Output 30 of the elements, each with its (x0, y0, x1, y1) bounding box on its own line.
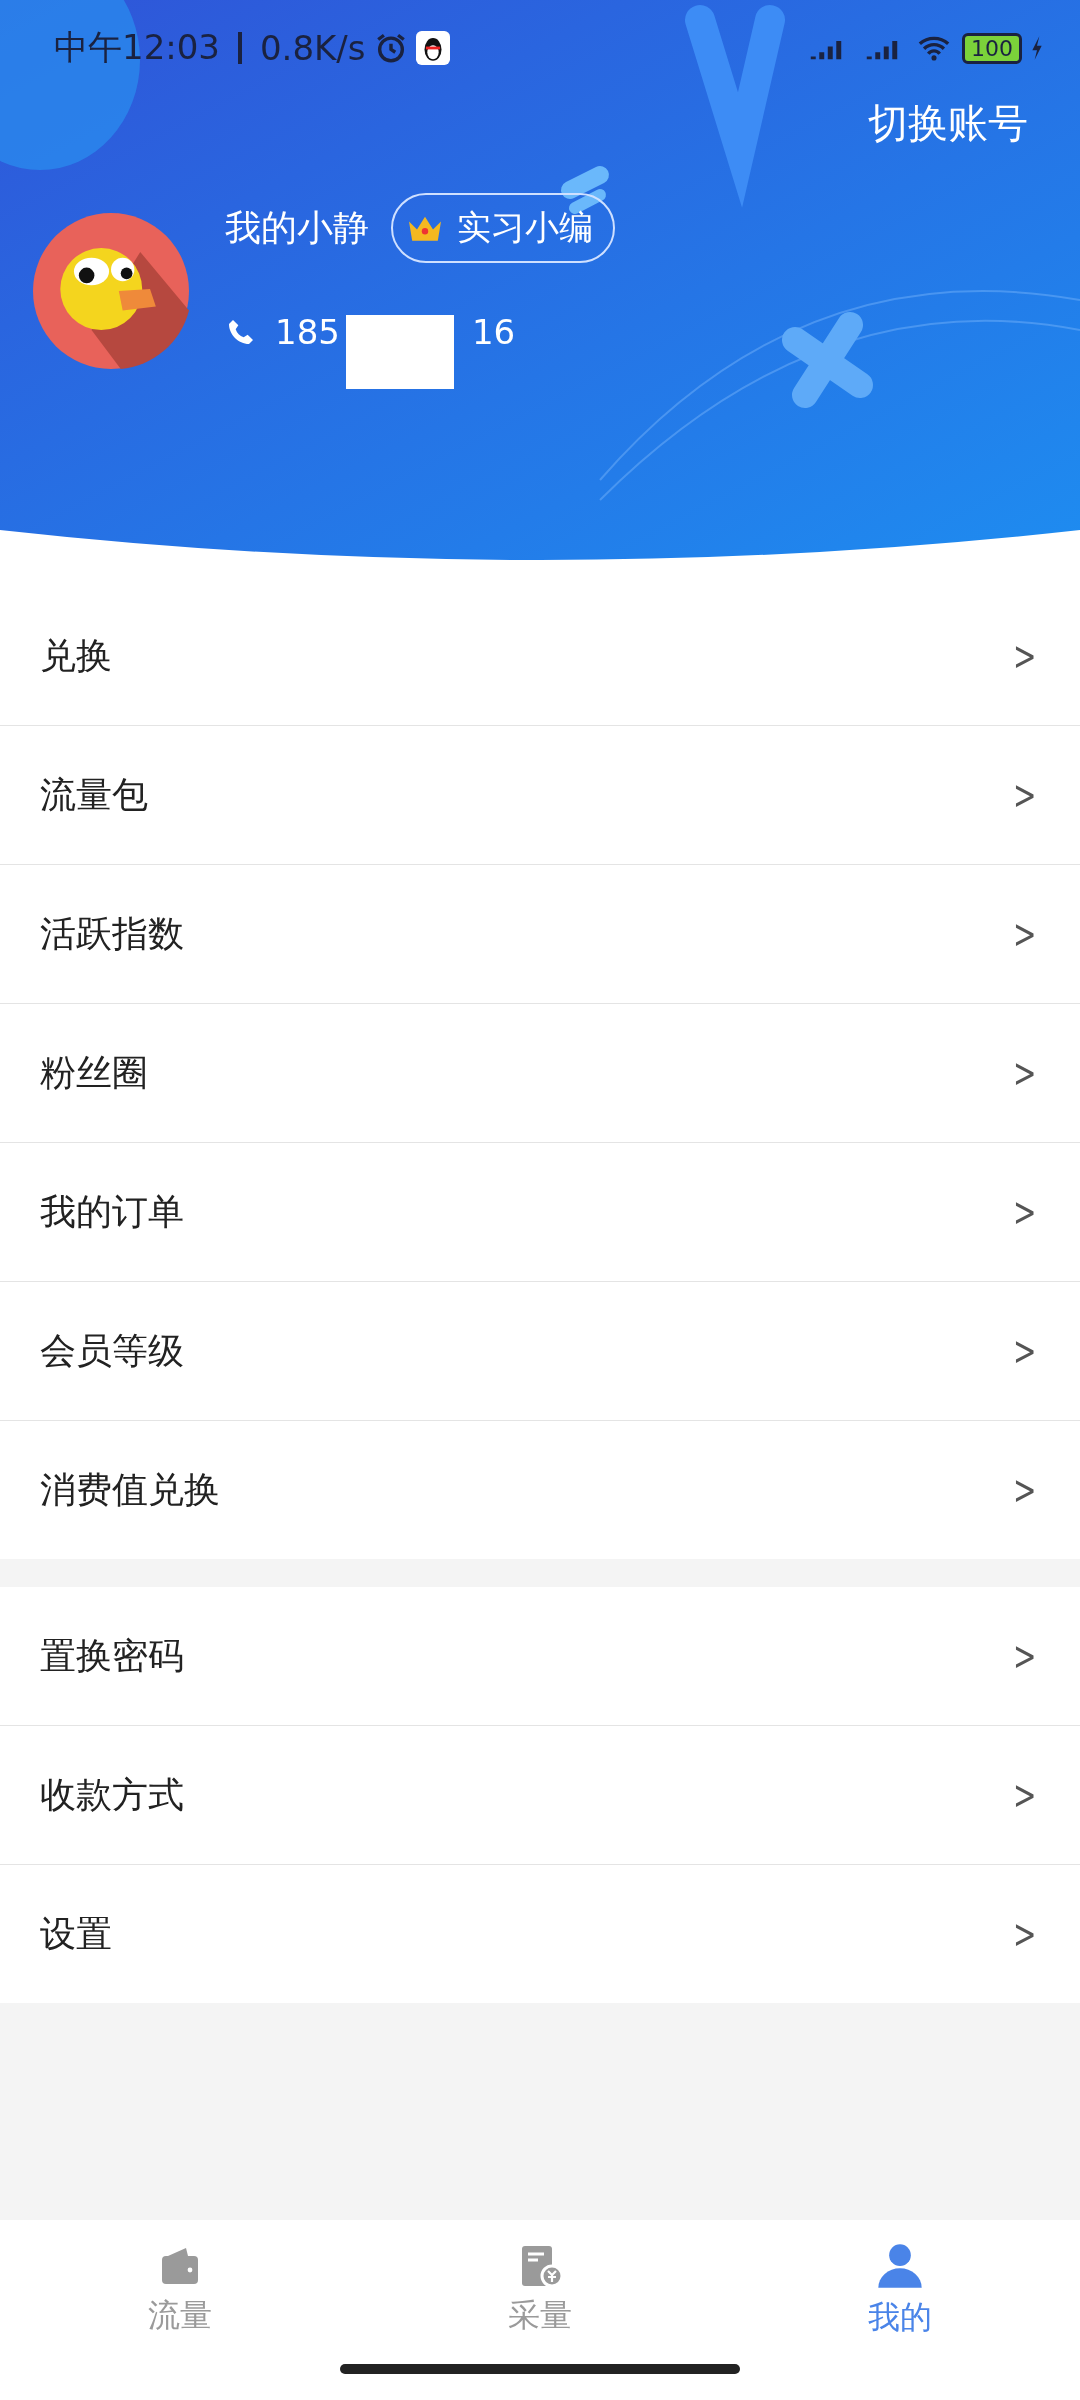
chevron-icon: > (1013, 772, 1037, 818)
status-time: 中午12:03 (54, 26, 220, 69)
network-speed: 0.8K/s (260, 28, 366, 68)
chevron-icon: > (1013, 1189, 1037, 1235)
phone-number: 185 (275, 312, 340, 352)
penguin-icon (415, 31, 450, 65)
role-label: 实习小编 (457, 206, 593, 249)
chevron-icon: > (1013, 1467, 1037, 1513)
user-name: 我的小静 (225, 205, 369, 250)
menu-item[interactable]: 收款方式 > (0, 1725, 1080, 1864)
menu-item[interactable]: 置换密码 > (0, 1587, 1080, 1725)
phone-number: 16 (471, 312, 516, 352)
chevron-icon: > (1013, 911, 1037, 957)
menu-item[interactable]: 活跃指数 > (0, 864, 1080, 1003)
chevron-icon: > (1013, 1328, 1037, 1374)
chevron-icon: > (1013, 1772, 1037, 1818)
menu-item[interactable]: 设置 > (0, 1864, 1080, 2003)
menu-item[interactable]: 流量包 > (0, 725, 1080, 864)
switch-account-link[interactable]: 切换账号 (868, 96, 1028, 151)
chevron-icon: > (1013, 1911, 1037, 1957)
chevron-icon: > (1013, 1050, 1037, 1096)
battery-level: 100 (962, 32, 1022, 64)
menu-item[interactable]: 消费值兑换 > (0, 1420, 1080, 1559)
chevron-icon: > (1013, 1633, 1037, 1679)
menu-item[interactable]: 兑换 > (0, 587, 1080, 725)
menu-item[interactable]: 粉丝圈 > (0, 1003, 1080, 1142)
menu-item[interactable]: 会员等级 > (0, 1281, 1080, 1420)
tab[interactable]: 我的 (720, 2220, 1080, 2360)
chevron-icon: > (1013, 633, 1037, 679)
menu-item[interactable]: 我的订单 > (0, 1142, 1080, 1281)
